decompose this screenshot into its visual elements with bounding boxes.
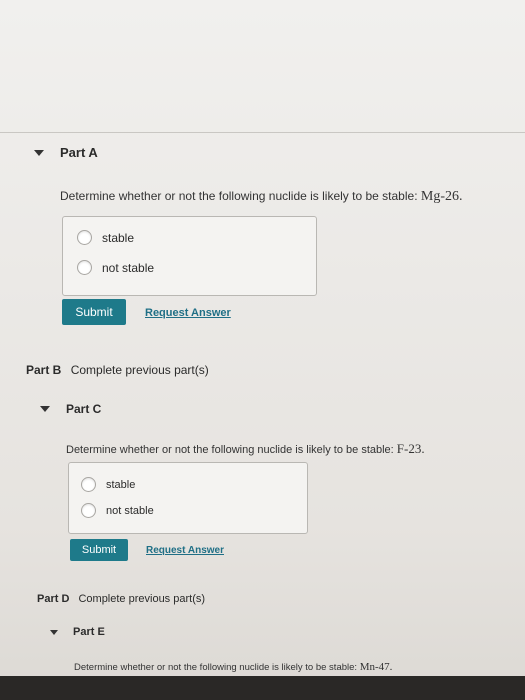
part-a-question-text: Determine whether or not the following n… [60,189,418,203]
part-c-question-text: Determine whether or not the following n… [66,444,394,456]
part-c-question: Determine whether or not the following n… [66,441,425,457]
part-a-option-stable[interactable]: stable [77,230,134,245]
part-c-title[interactable]: Part C [66,402,101,416]
radio-icon[interactable] [77,230,92,245]
part-b-status: Complete previous part(s) [70,363,209,377]
part-c-option-not-stable[interactable]: not stable [81,503,154,518]
part-d-status: Complete previous part(s) [78,593,206,605]
part-c-submit-button[interactable]: Submit [70,539,128,561]
part-e-question-text: Determine whether or not the following n… [74,662,358,673]
part-e-question: Determine whether or not the following n… [74,661,392,673]
bottom-edge [0,676,525,700]
radio-icon[interactable] [81,477,96,492]
option-label: stable [106,478,136,491]
part-c-option-stable[interactable]: stable [81,477,135,492]
part-a-options-box: stable not stable [62,216,317,296]
part-a-submit-button[interactable]: Submit [62,299,126,325]
option-label: not stable [106,504,154,517]
option-label: not stable [102,260,155,275]
caret-down-icon[interactable] [34,150,44,156]
part-a-request-answer-link[interactable]: Request Answer [145,307,231,319]
part-e-nuclide: Mn-47. [359,661,393,673]
part-c-nuclide: F-23. [396,441,425,456]
part-a-nuclide: Mg-26. [420,189,463,204]
part-b-label: Part B [26,363,62,377]
part-a-option-not-stable[interactable]: not stable [77,260,154,275]
caret-down-icon[interactable] [50,630,58,635]
part-e-title[interactable]: Part E [73,626,105,638]
caret-down-icon[interactable] [40,406,50,412]
part-a-title[interactable]: Part A [60,145,98,160]
part-c-options-box: stable not stable [68,462,308,534]
radio-icon[interactable] [77,260,92,275]
part-a-question: Determine whether or not the following n… [60,189,463,205]
radio-icon[interactable] [81,503,96,518]
part-d-row: Part D Complete previous part(s) [37,593,205,605]
option-label: stable [102,230,135,245]
part-b-row: Part B Complete previous part(s) [26,363,209,377]
part-c-request-answer-link[interactable]: Request Answer [146,545,224,556]
page: Part A Determine whether or not the foll… [0,0,525,700]
part-d-label: Part D [37,593,70,605]
divider [0,132,525,133]
